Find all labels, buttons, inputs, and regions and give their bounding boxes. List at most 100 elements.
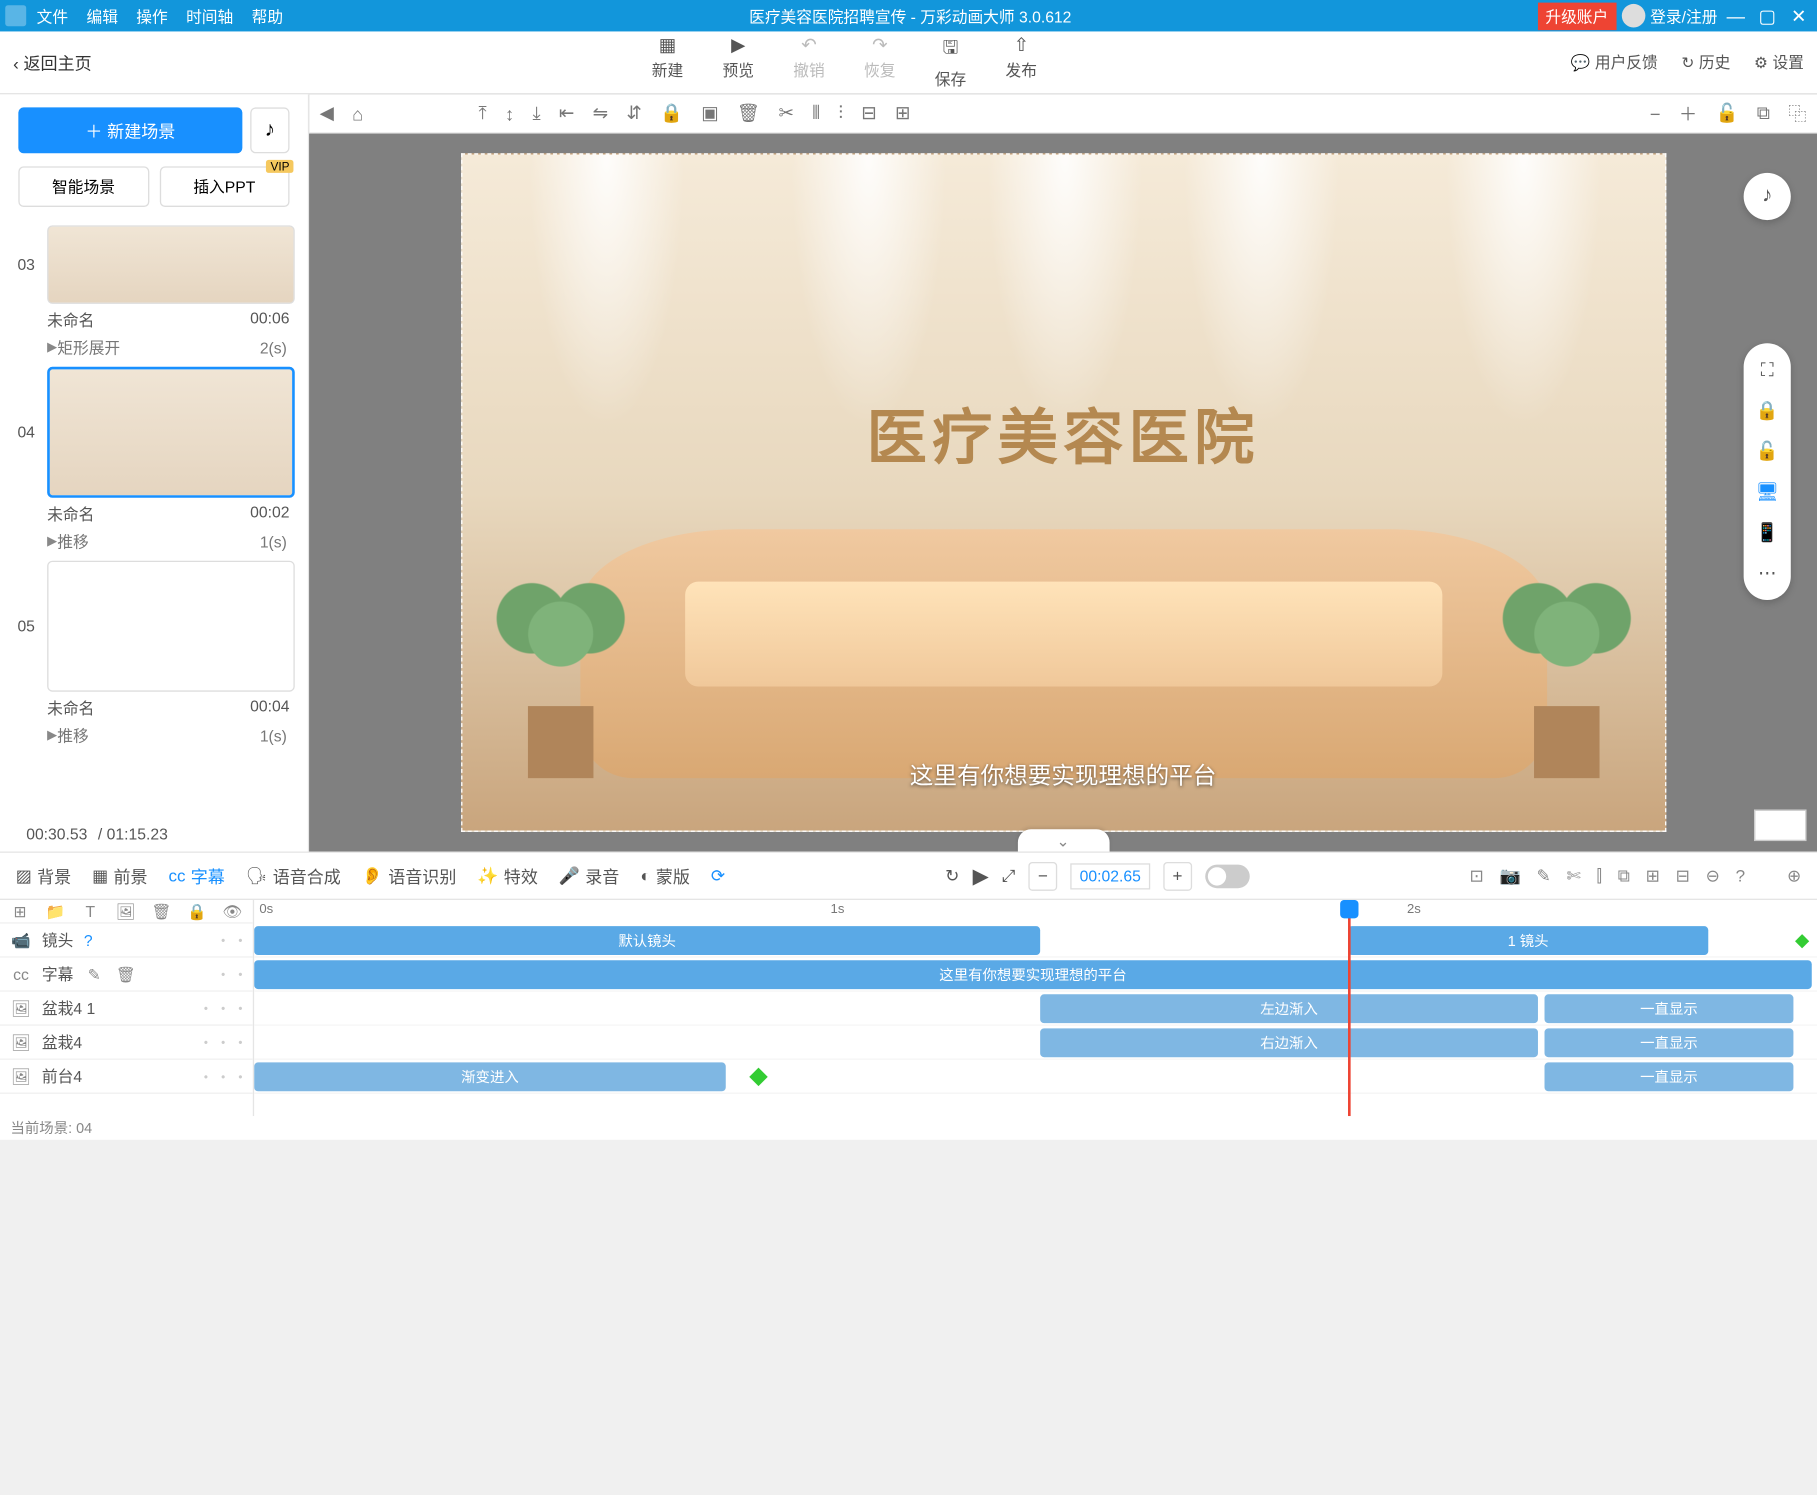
pot2-enter-clip[interactable]: 右边渐入 xyxy=(1040,1028,1538,1057)
collapse-canvas-button[interactable]: ⌄ xyxy=(1017,829,1109,851)
pot1-stay-clip[interactable]: 一直显示 xyxy=(1545,994,1794,1023)
bgm-button[interactable]: ♪ xyxy=(1744,173,1791,220)
replay-icon[interactable]: ↻ xyxy=(945,865,959,886)
track-subtitle[interactable]: cc字幕✎🗑•• xyxy=(0,958,253,992)
undo-button[interactable]: ↶撤销 xyxy=(793,34,824,90)
mask-tab[interactable]: ◐蒙版 xyxy=(640,863,690,888)
align-left-icon[interactable]: ⇤ xyxy=(559,102,574,124)
scene-03[interactable]: 03 未命名00:06 ▶矩形展开2(s) xyxy=(13,225,295,361)
lock-canvas-icon[interactable]: 🔓 xyxy=(1716,102,1739,124)
bg-tab[interactable]: ▨背景 xyxy=(16,863,71,888)
desktop-view-icon[interactable]: 🖥 xyxy=(1756,481,1779,503)
settings-button[interactable]: ⚙ 设置 xyxy=(1754,51,1804,73)
lock-track-icon[interactable]: 🔒 xyxy=(187,902,207,920)
folder-icon[interactable]: 📁 xyxy=(45,902,65,920)
marker-icon[interactable]: ⊡ xyxy=(1470,865,1484,886)
add-track-icon[interactable]: ⊕ xyxy=(1787,865,1801,886)
zoom-in-icon[interactable]: ＋ xyxy=(1679,100,1697,126)
mobile-view-icon[interactable]: 📱 xyxy=(1756,521,1779,543)
copy-icon[interactable]: ⧉ xyxy=(1757,102,1770,124)
menu-action[interactable]: 操作 xyxy=(136,5,167,27)
plant-right[interactable] xyxy=(1494,555,1638,778)
text-icon[interactable]: T xyxy=(81,902,100,920)
canvas-subtitle[interactable]: 这里有你想要实现理想的平台 xyxy=(462,757,1665,791)
scene-music-button[interactable]: ♪ xyxy=(250,107,289,153)
frame-out-icon[interactable]: ⊟ xyxy=(1676,865,1690,886)
camera-clip-1[interactable]: 1 镜头 xyxy=(1348,926,1708,955)
frame-in-icon[interactable]: ⊞ xyxy=(1646,865,1660,886)
track-desk[interactable]: 🖼前台4••• xyxy=(0,1060,253,1094)
transition-play-icon[interactable]: ▶ xyxy=(47,534,57,548)
pot1-enter-clip[interactable]: 左边渐入 xyxy=(1040,994,1538,1023)
play-icon[interactable]: ▶ xyxy=(973,863,989,889)
menu-timeline[interactable]: 时间轴 xyxy=(186,5,233,27)
timeline-ruler[interactable]: 0s 1s 2s xyxy=(254,900,1817,924)
expand-icon[interactable]: ⤢ xyxy=(1002,865,1016,886)
hospital-sign[interactable]: 医疗美容医院 xyxy=(462,390,1665,476)
filter-icon[interactable]: ⫿ xyxy=(1597,865,1602,886)
login-button[interactable]: 登录/注册 xyxy=(1650,5,1717,27)
camera-icon[interactable]: 📷 xyxy=(1500,865,1521,886)
align-top-icon[interactable]: ⤒ xyxy=(478,102,486,124)
fg-tab[interactable]: ▦前景 xyxy=(92,863,147,888)
add-camera-icon[interactable]: ◆ xyxy=(1795,929,1809,951)
new-button[interactable]: ▦新建 xyxy=(652,34,683,90)
scene-thumb[interactable] xyxy=(47,561,295,692)
trash-icon[interactable]: 🗑 xyxy=(151,902,171,920)
scene-thumb[interactable] xyxy=(47,225,295,304)
menu-edit[interactable]: 编辑 xyxy=(86,5,117,27)
transition-play-icon[interactable]: ▶ xyxy=(47,341,57,355)
timecode[interactable]: 00:02.65 xyxy=(1070,863,1150,889)
reception-desk[interactable] xyxy=(580,529,1547,778)
align-vcenter-icon[interactable]: ↕ xyxy=(505,103,514,124)
minimize-icon[interactable]: — xyxy=(1723,5,1749,26)
crop-icon[interactable]: ✂ xyxy=(779,102,794,124)
flip-h-icon[interactable]: ⇋ xyxy=(593,102,608,124)
canvas-stage[interactable]: 医疗美容医院 这里有你想要实现理想的平台 xyxy=(460,153,1665,832)
save-button[interactable]: 🖫保存 xyxy=(935,34,966,90)
lock-icon[interactable]: 🔒 xyxy=(660,102,683,124)
delete-subtitle-icon[interactable]: 🗑 xyxy=(115,965,136,983)
feedback-button[interactable]: 💬 用户反馈 xyxy=(1571,51,1658,73)
timeline-zoom-in[interactable]: + xyxy=(1163,861,1192,890)
asr-tab[interactable]: 👂语音识别 xyxy=(362,863,457,888)
track-pot2[interactable]: 🖼盆栽4••• xyxy=(0,1026,253,1060)
collapse-icon[interactable]: ⊖ xyxy=(1706,865,1720,886)
insert-ppt-button[interactable]: 插入PPTVIP xyxy=(159,166,289,207)
redo-button[interactable]: ↷恢复 xyxy=(864,34,895,90)
align-bottom-icon[interactable]: ⤓ xyxy=(532,102,540,124)
tts-tab[interactable]: 🗣语音合成 xyxy=(246,863,341,888)
home-icon[interactable]: ⌂ xyxy=(352,103,363,124)
pot2-stay-clip[interactable]: 一直显示 xyxy=(1545,1028,1794,1057)
smart-scene-button[interactable]: 智能场景 xyxy=(18,166,148,207)
avatar-icon[interactable] xyxy=(1621,4,1645,28)
refresh-button[interactable]: ⟳ xyxy=(711,865,725,886)
unlock-icon[interactable]: 🔓 xyxy=(1756,440,1779,462)
align-center-icon[interactable]: ⊟ xyxy=(861,102,876,124)
group-icon[interactable]: ▣ xyxy=(701,102,718,124)
edit-subtitle-icon[interactable]: ✎ xyxy=(84,965,105,983)
spacing-icon[interactable]: ⊞ xyxy=(895,102,910,124)
image-icon[interactable]: 🖼 xyxy=(116,902,136,920)
track-camera[interactable]: 📹镜头?•• xyxy=(0,924,253,958)
menu-help[interactable]: 帮助 xyxy=(252,5,283,27)
new-scene-button[interactable]: ＋ 新建场景 xyxy=(18,107,242,153)
upgrade-button[interactable]: 升级账户 xyxy=(1537,2,1616,30)
preview-button[interactable]: ▶预览 xyxy=(722,34,753,90)
snap-toggle[interactable] xyxy=(1205,864,1250,888)
zoom-out-icon[interactable]: − xyxy=(1650,103,1661,124)
record-tab[interactable]: 🎤录音 xyxy=(559,863,620,888)
desk-stay-clip[interactable]: 一直显示 xyxy=(1545,1062,1794,1091)
help-icon[interactable]: ? xyxy=(1736,865,1745,886)
scene-05[interactable]: 05 未命名00:04 ▶推移1(s) xyxy=(13,561,295,750)
playhead[interactable] xyxy=(1348,900,1351,1116)
distribute-v-icon[interactable]: ⫶ xyxy=(838,102,843,124)
more-icon[interactable]: ⋯ xyxy=(1758,562,1776,584)
flip-v-icon[interactable]: ⇵ xyxy=(626,102,641,124)
menu-file[interactable]: 文件 xyxy=(37,5,68,27)
subtitle-clip[interactable]: 这里有你想要实现理想的平台 xyxy=(254,960,1812,989)
arrow-left-icon[interactable]: ◀ xyxy=(320,102,334,124)
track-pot1[interactable]: 🖼盆栽4 1••• xyxy=(0,992,253,1026)
transition-play-icon[interactable]: ▶ xyxy=(47,728,57,742)
delete-icon[interactable]: 🗑 xyxy=(737,102,760,124)
